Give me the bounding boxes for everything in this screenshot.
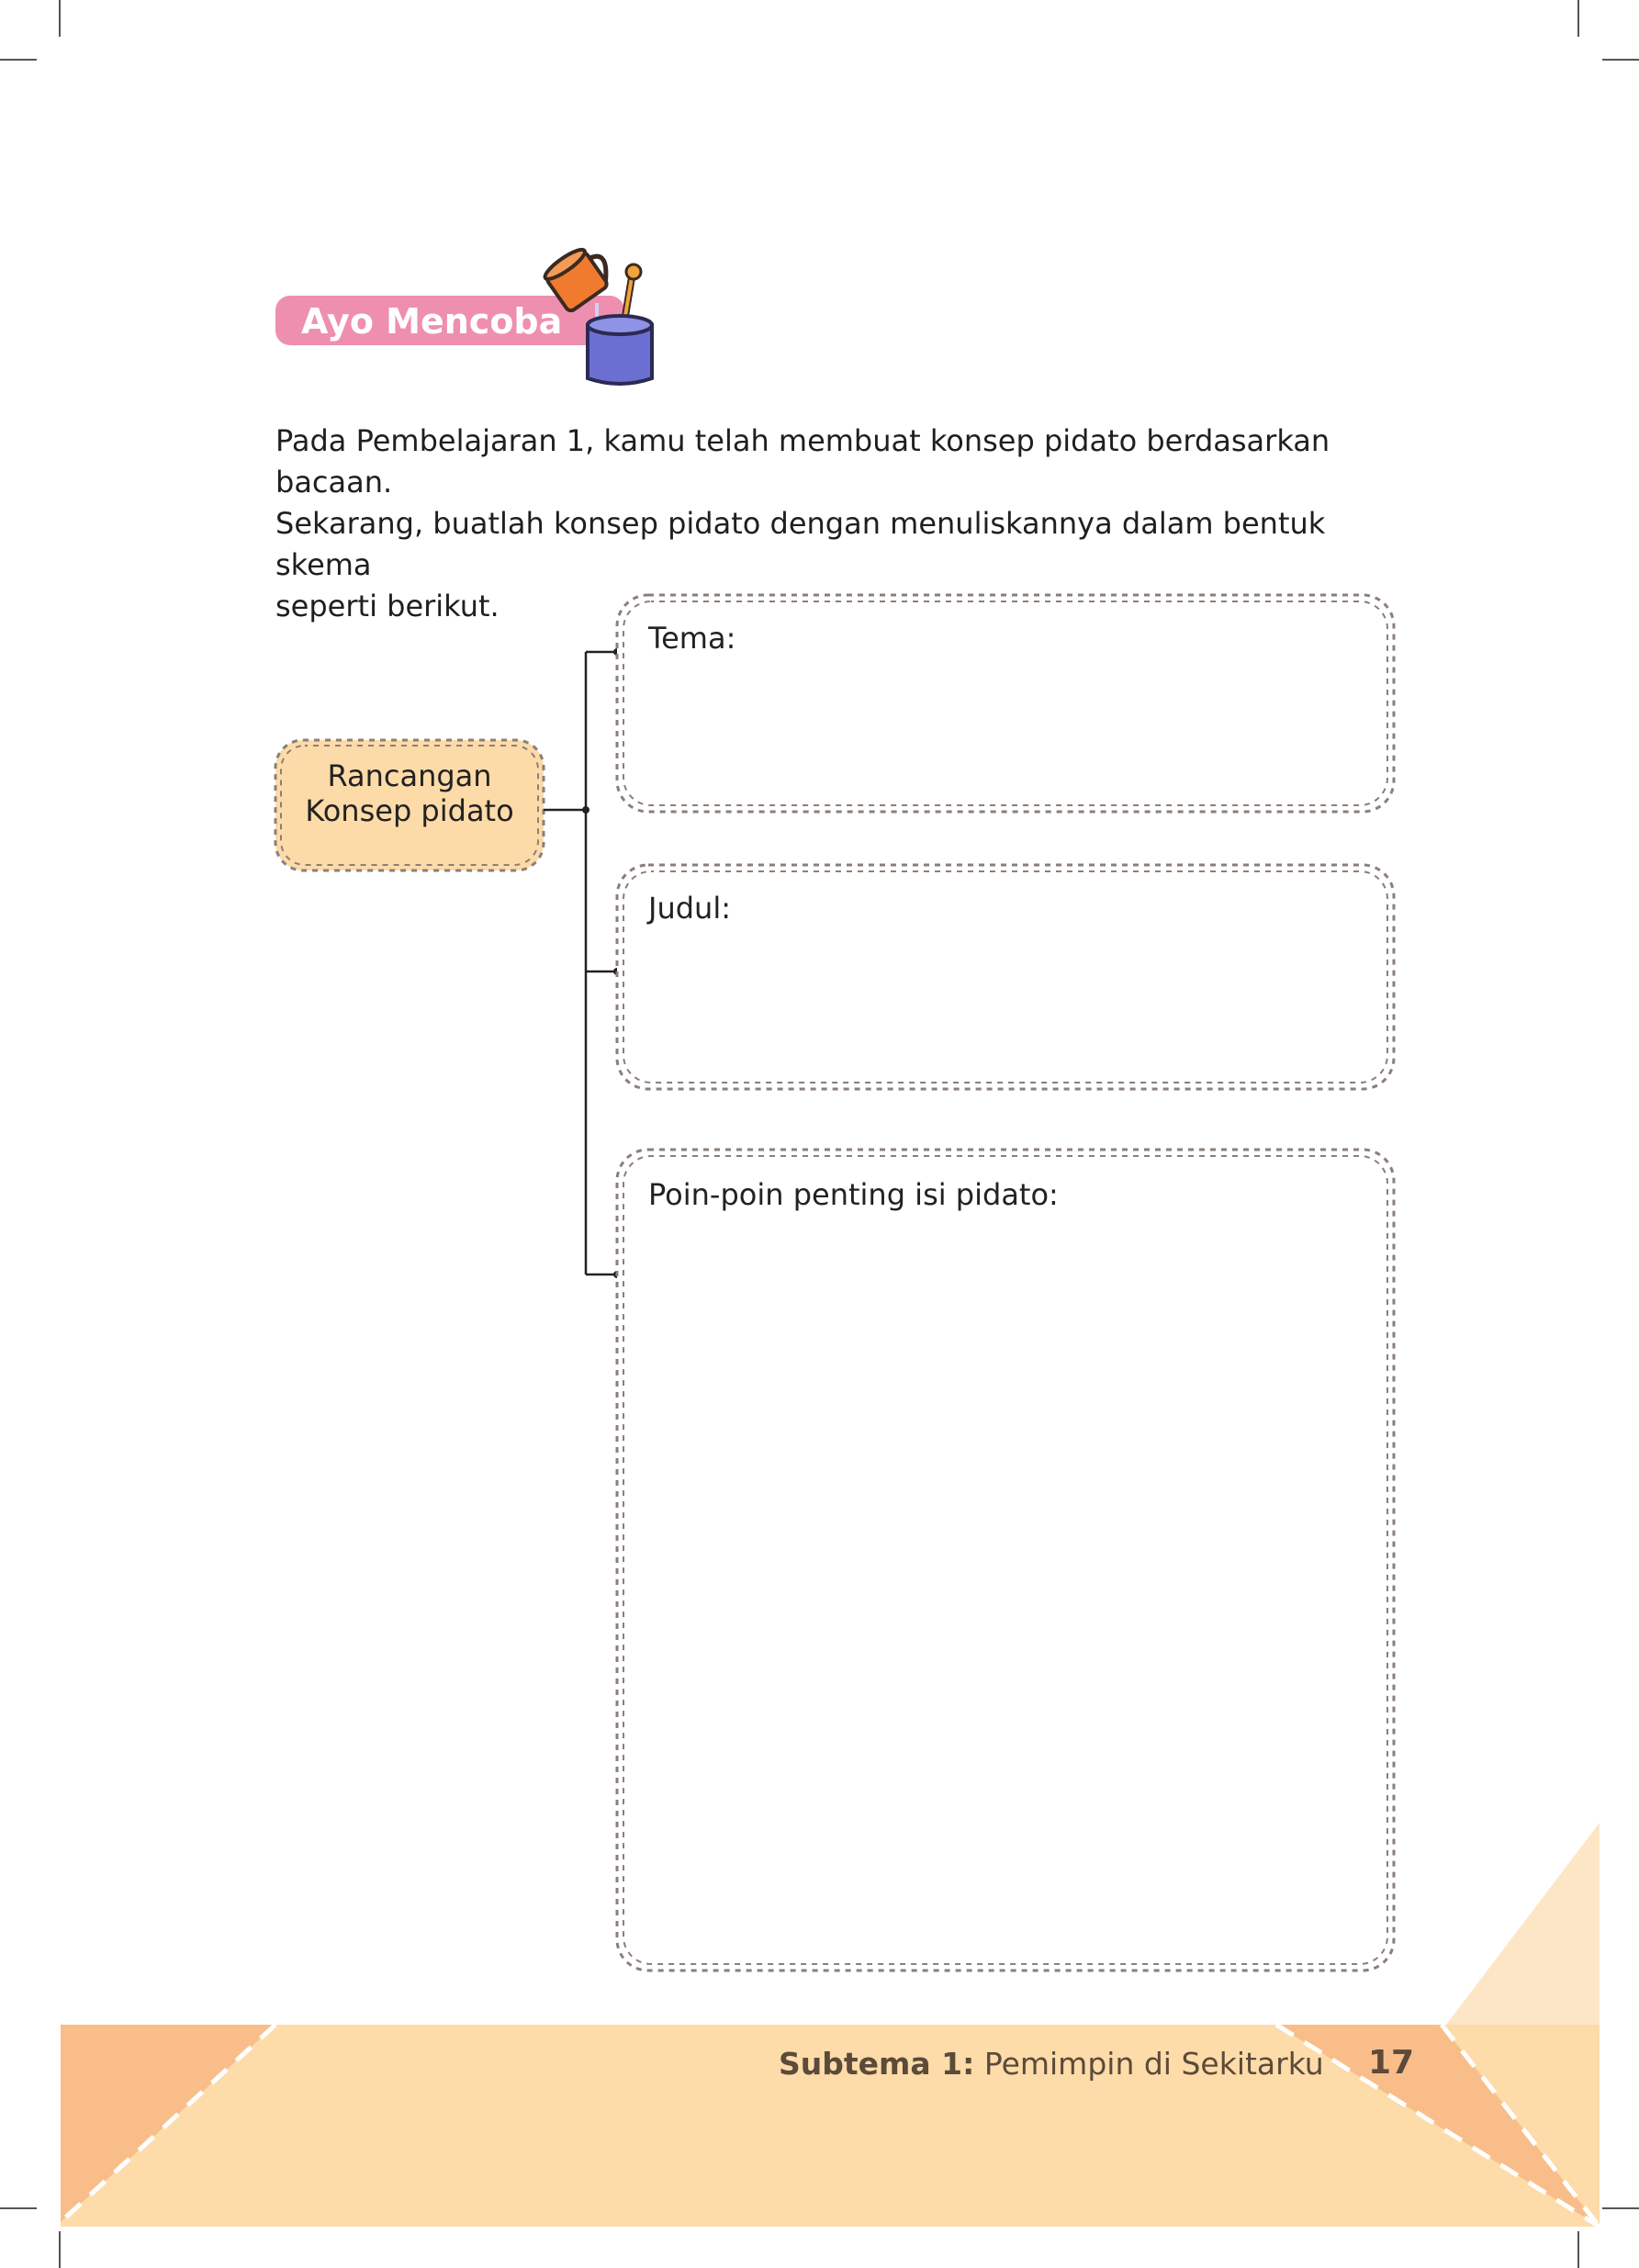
- poin-box[interactable]: [615, 1148, 1396, 1972]
- judul-box[interactable]: [615, 863, 1396, 1091]
- page-number: 17: [1368, 2044, 1415, 2082]
- judul-label: Judul:: [648, 891, 731, 926]
- tema-label: Tema:: [648, 621, 736, 656]
- root-label-line: Konsep pidato: [305, 793, 514, 828]
- footer-subtema-title: Pemimpin di Sekitarku: [983, 2046, 1324, 2082]
- footer-subtema: Subtema 1: Pemimpin di Sekitarku: [779, 2046, 1324, 2082]
- footer-corner-triangle: [1446, 1823, 1600, 2025]
- root-label-line: Rancangan: [327, 758, 492, 793]
- root-box-label: Rancangan Konsep pidato: [275, 758, 544, 828]
- speech-concept-diagram: [59, 593, 1601, 2229]
- poin-label: Poin-poin penting isi pidato:: [648, 1177, 1059, 1212]
- footer-subtema-label: Subtema 1:: [779, 2046, 975, 2082]
